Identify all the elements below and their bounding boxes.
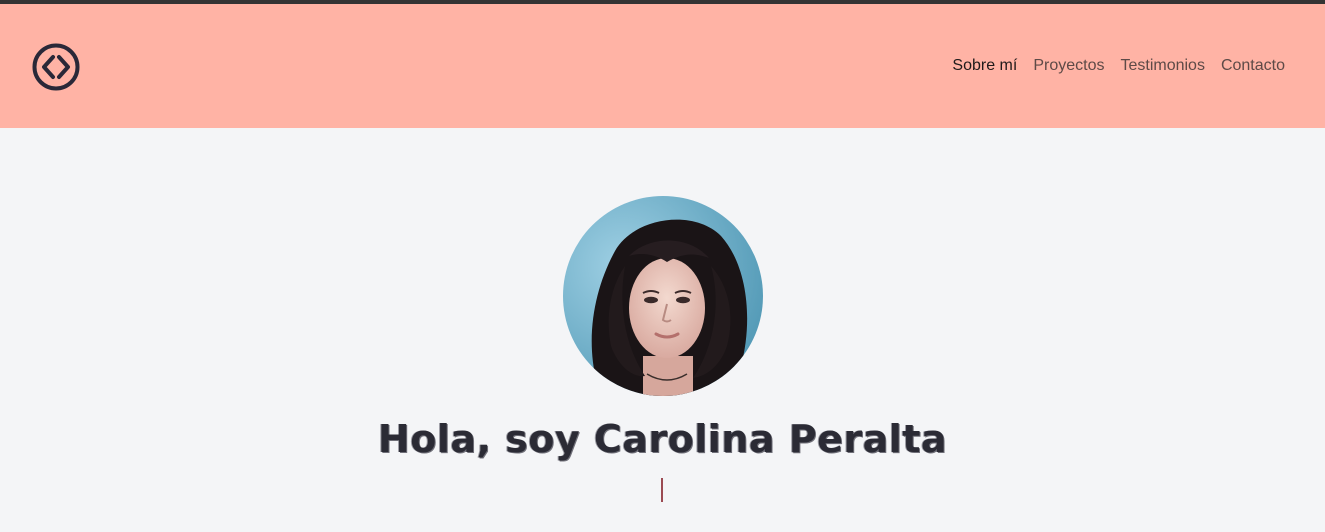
nav-link-sobre-mi[interactable]: Sobre mí (952, 56, 1017, 76)
typing-cursor (661, 478, 663, 502)
nav-link-testimonios[interactable]: Testimonios (1120, 56, 1204, 76)
main-nav: Sobre mí Proyectos Testimonios Contacto (952, 56, 1285, 76)
hero-title: Hola, soy Carolina Peralta (377, 417, 948, 461)
hero-section: Hola, soy Carolina Peralta (0, 128, 1325, 532)
profile-photo (563, 196, 763, 396)
site-header: Sobre mí Proyectos Testimonios Contacto (0, 4, 1325, 128)
logo-code-icon[interactable] (31, 42, 81, 92)
nav-link-contacto[interactable]: Contacto (1221, 56, 1285, 76)
nav-link-proyectos[interactable]: Proyectos (1033, 56, 1104, 76)
